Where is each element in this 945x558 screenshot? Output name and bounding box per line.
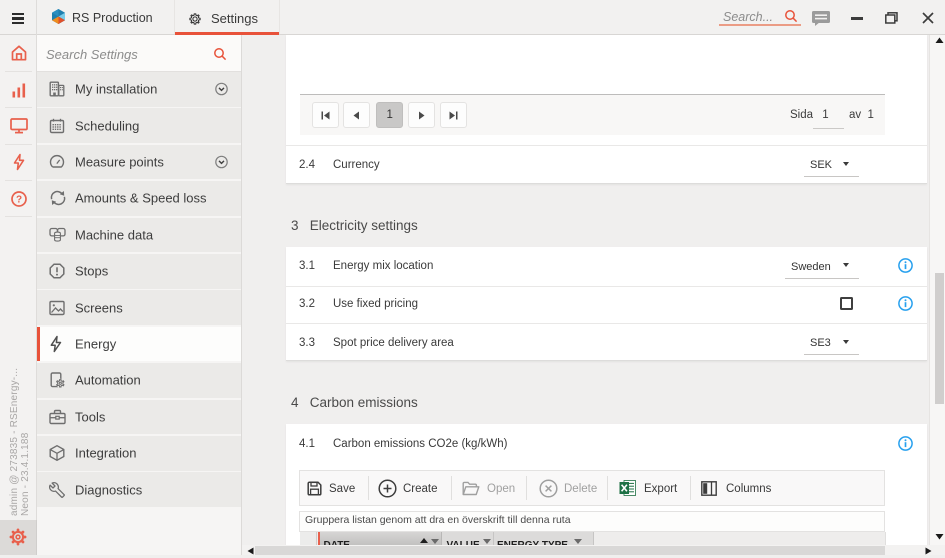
svg-text:?: ? [15, 194, 21, 205]
